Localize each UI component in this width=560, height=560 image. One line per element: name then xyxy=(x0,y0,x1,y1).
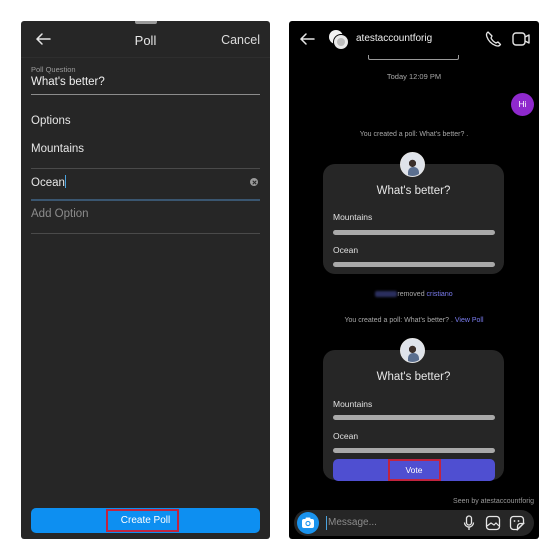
video-camera-icon[interactable] xyxy=(511,30,531,48)
poll-header: Poll Cancel xyxy=(21,21,270,58)
phone-icon[interactable] xyxy=(484,30,502,48)
option-input-2[interactable]: Ocean xyxy=(31,175,260,201)
add-option-input[interactable]: Add Option xyxy=(31,208,260,234)
poll-creator-avatar xyxy=(400,338,425,363)
option-input-1[interactable]: Mountains xyxy=(31,143,260,169)
chat-screen: atestaccountforig Today 12:09 PM Hi You … xyxy=(289,21,539,539)
cancel-button[interactable]: Cancel xyxy=(221,33,260,47)
poll-card[interactable]: What's better? Mountains Ocean Vote xyxy=(323,338,504,481)
system-message: You created a poll: What's better? . Vie… xyxy=(289,317,539,324)
poll-creator-screen: Poll Cancel Poll Question What's better?… xyxy=(21,21,270,539)
camera-button[interactable] xyxy=(297,512,319,534)
removed-text: removed xyxy=(397,291,425,298)
poll-option-label: Mountains xyxy=(333,399,373,409)
seen-receipt: Seen by atestaccountforig xyxy=(453,498,534,505)
camera-icon xyxy=(302,517,314,528)
poll-question-label: Poll Question xyxy=(31,65,76,74)
image-gallery-icon[interactable] xyxy=(485,515,501,531)
group-avatar[interactable] xyxy=(327,28,351,52)
microphone-icon[interactable] xyxy=(461,515,477,531)
system-message-removed: removed cristiano xyxy=(289,291,539,298)
option-value: Ocean xyxy=(31,177,65,189)
sent-message-bubble[interactable]: Hi xyxy=(511,93,534,116)
option-value: Mountains xyxy=(31,143,85,155)
removed-user-link[interactable]: cristiano xyxy=(427,291,453,298)
text-caret xyxy=(64,175,66,188)
blurred-username xyxy=(375,291,398,297)
poll-question-input[interactable]: What's better? xyxy=(31,76,260,95)
poll-option-label: Ocean xyxy=(333,245,359,255)
poll-option-label: Ocean xyxy=(333,431,359,441)
view-poll-link[interactable]: View Poll xyxy=(455,317,484,324)
message-composer: Message... xyxy=(294,510,534,536)
poll-question: What's better? xyxy=(376,185,451,197)
poll-option-bar[interactable] xyxy=(333,448,495,453)
poll-option-bar[interactable] xyxy=(333,230,495,235)
header-divider xyxy=(368,55,459,60)
system-message: You created a poll: What's better? . xyxy=(359,131,469,138)
poll-question: What's better? xyxy=(376,371,451,383)
highlight-box xyxy=(388,459,441,481)
poll-option-bar[interactable] xyxy=(333,415,495,420)
chat-username[interactable]: atestaccountforig xyxy=(356,33,432,44)
poll-option-label: Mountains xyxy=(333,212,373,222)
poll-created-text: You created a poll: What's better? . xyxy=(344,317,453,324)
sticker-icon[interactable] xyxy=(509,515,525,531)
arrow-left-icon[interactable] xyxy=(298,30,316,48)
highlight-box xyxy=(106,509,179,532)
vote-button[interactable]: Vote xyxy=(333,459,495,481)
poll-option-bar[interactable] xyxy=(333,262,495,267)
poll-creator-avatar xyxy=(400,152,425,177)
timestamp: Today 12:09 PM xyxy=(386,72,442,81)
create-poll-button[interactable]: Create Poll xyxy=(31,508,260,533)
poll-card[interactable]: What's better? Mountains Ocean xyxy=(323,152,504,274)
add-option-placeholder: Add Option xyxy=(31,208,89,220)
options-heading: Options xyxy=(31,115,71,127)
clear-circle-icon[interactable] xyxy=(250,178,258,186)
message-input[interactable]: Message... xyxy=(326,516,377,530)
